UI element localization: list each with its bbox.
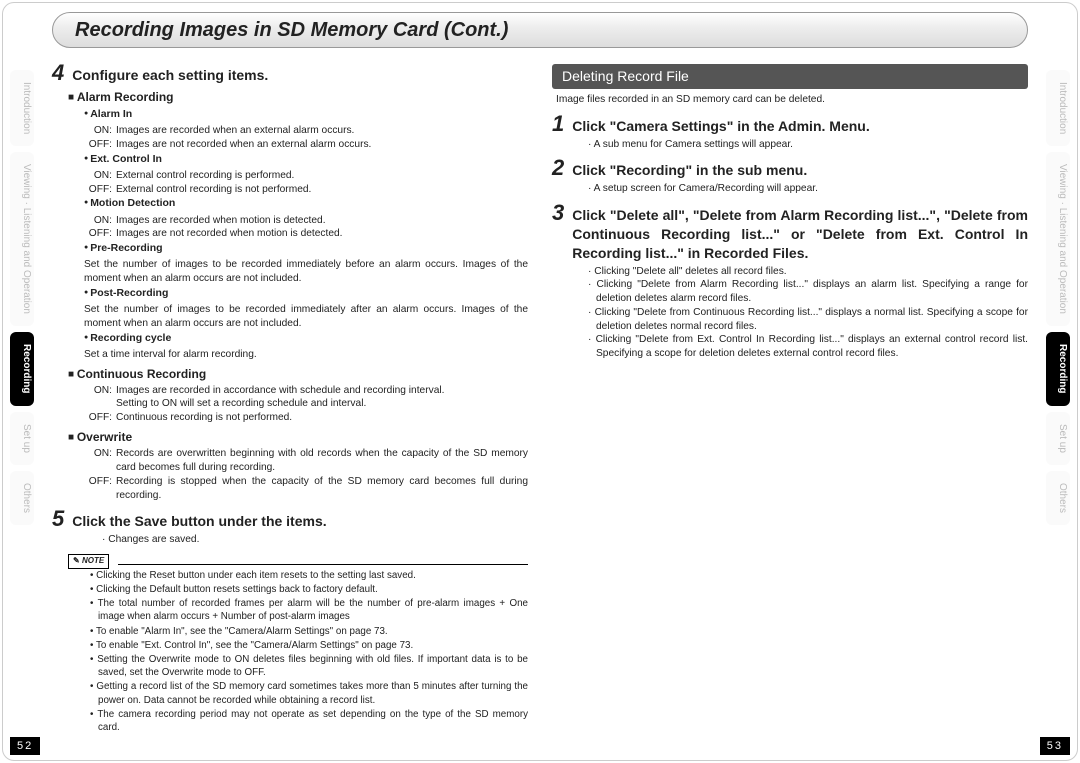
side-tab-recording-r: Recording — [1046, 332, 1070, 405]
note-item: Clicking the Default button resets setti… — [90, 583, 528, 596]
step-r3-num: 3 — [552, 202, 564, 224]
side-tab-intro-r: Introduction — [1046, 70, 1070, 146]
section-deleting: Deleting Record File — [552, 64, 1028, 89]
note-item: The camera recording period may not oper… — [90, 708, 528, 734]
step-r2: 2 Click "Recording" in the sub menu. — [552, 157, 1028, 180]
note-item: Setting the Overwrite mode to ON deletes… — [90, 653, 528, 679]
step-5: 5 Click the Save button under the items. — [52, 508, 528, 531]
step-r3-text: Click "Delete all", "Delete from Alarm R… — [572, 202, 1028, 263]
note-box: NOTE Clicking the Reset button under eac… — [68, 553, 528, 734]
rec-cycle-desc: Set a time interval for alarm recording. — [84, 348, 528, 362]
side-tab-setup-r: Set up — [1046, 412, 1070, 465]
item-ext-control: Ext. Control In — [84, 152, 528, 166]
item-pre-rec: Pre-Recording — [84, 241, 528, 255]
side-tabs-left: Introduction Viewing · Listening and Ope… — [10, 70, 34, 525]
step-5-num: 5 — [52, 508, 64, 530]
content-area: 4 Configure each setting items. Alarm Re… — [52, 56, 1028, 733]
page-title-bar: Recording Images in SD Memory Card (Cont… — [52, 12, 1028, 48]
item-motion: Motion Detection — [84, 196, 528, 210]
heading-overwrite: Overwrite — [68, 429, 528, 445]
step-4-num: 4 — [52, 62, 64, 84]
post-rec-desc: Set the number of images to be recorded … — [84, 303, 528, 331]
alarm-in-desc: ON:Images are recorded when an external … — [84, 124, 528, 152]
item-alarm-in: Alarm In — [84, 107, 528, 121]
step-r2-num: 2 — [552, 157, 564, 179]
left-column: 4 Configure each setting items. Alarm Re… — [52, 56, 528, 733]
item-rec-cycle: Recording cycle — [84, 331, 528, 345]
side-tab-others: Others — [10, 471, 34, 525]
note-item: Clicking the Reset button under each ite… — [90, 569, 528, 582]
page-title: Recording Images in SD Memory Card (Cont… — [75, 19, 508, 42]
step-r3-sub0: Clicking "Delete all" deletes all record… — [588, 265, 1028, 279]
side-tab-recording: Recording — [10, 332, 34, 405]
note-item: Getting a record list of the SD memory c… — [90, 680, 528, 706]
step-r3-sub3: Clicking "Delete from Ext. Control In Re… — [588, 333, 1028, 361]
item-post-rec: Post-Recording — [84, 286, 528, 300]
step-r1: 1 Click "Camera Settings" in the Admin. … — [552, 113, 1028, 136]
continuous-desc: ON:Images are recorded in accordance wit… — [84, 384, 528, 425]
step-r1-desc: A sub menu for Camera settings will appe… — [588, 138, 1028, 152]
side-tabs-right: Introduction Viewing · Listening and Ope… — [1046, 70, 1070, 525]
note-item: To enable "Alarm In", see the "Camera/Al… — [90, 625, 528, 638]
overwrite-desc: ON:Records are overwritten beginning wit… — [84, 447, 528, 502]
step-r3-sub2: Clicking "Delete from Continuous Recordi… — [588, 306, 1028, 334]
deleting-intro: Image files recorded in an SD memory car… — [556, 93, 1028, 107]
side-tab-intro: Introduction — [10, 70, 34, 146]
step-r3: 3 Click "Delete all", "Delete from Alarm… — [552, 202, 1028, 263]
right-column: Deleting Record File Image files recorde… — [552, 56, 1028, 733]
page-number-right: 53 — [1040, 737, 1070, 755]
step-4: 4 Configure each setting items. — [52, 62, 528, 85]
ext-control-desc: ON:External control recording is perform… — [84, 169, 528, 197]
note-item: To enable "Ext. Control In", see the "Ca… — [90, 639, 528, 652]
step-4-text: Configure each setting items. — [72, 62, 268, 85]
heading-alarm-recording: Alarm Recording — [68, 89, 528, 105]
side-tab-viewing: Viewing · Listening and Operation — [10, 152, 34, 326]
note-list: Clicking the Reset button under each ite… — [90, 569, 528, 735]
note-divider — [118, 564, 528, 565]
step-5-desc: Changes are saved. — [102, 533, 528, 547]
side-tab-others-r: Others — [1046, 471, 1070, 525]
motion-desc: ON:Images are recorded when motion is de… — [84, 214, 528, 242]
page-number-left: 52 — [10, 737, 40, 755]
note-label: NOTE — [68, 554, 109, 569]
step-r3-sub1: Clicking "Delete from Alarm Recording li… — [588, 278, 1028, 306]
step-r2-text: Click "Recording" in the sub menu. — [572, 157, 807, 180]
step-r2-desc: A setup screen for Camera/Recording will… — [588, 182, 1028, 196]
step-5-text: Click the Save button under the items. — [72, 508, 326, 531]
side-tab-viewing-r: Viewing · Listening and Operation — [1046, 152, 1070, 326]
heading-continuous: Continuous Recording — [68, 366, 528, 382]
side-tab-setup: Set up — [10, 412, 34, 465]
step-r1-num: 1 — [552, 113, 564, 135]
note-item: The total number of recorded frames per … — [90, 597, 528, 623]
step-r1-text: Click "Camera Settings" in the Admin. Me… — [572, 113, 869, 136]
pre-rec-desc: Set the number of images to be recorded … — [84, 258, 528, 286]
